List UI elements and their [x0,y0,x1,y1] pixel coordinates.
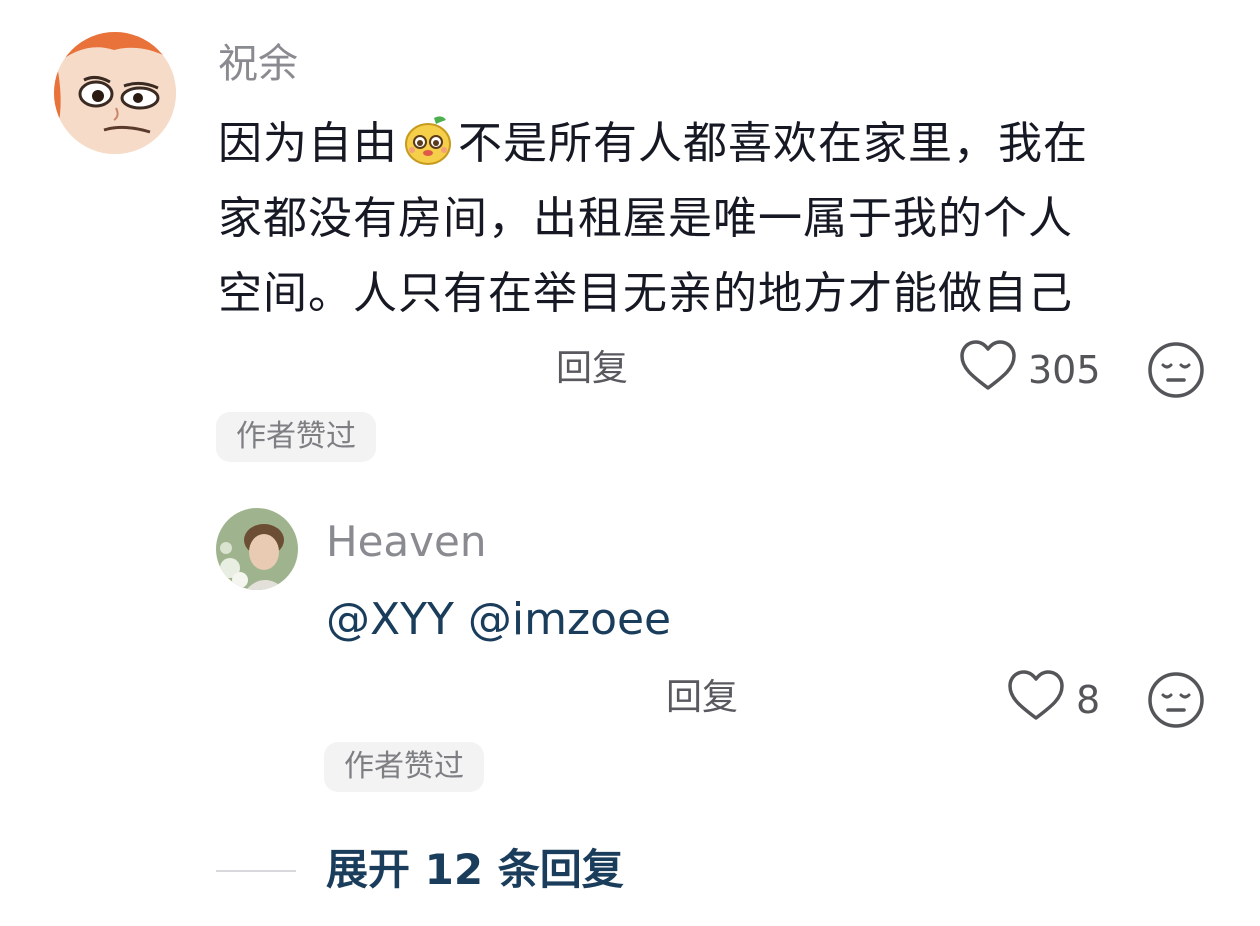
comment-text-part2: 不是所有人都喜欢在家里，我在 [458,118,1088,169]
comment-line-1: 因为自由 不是所有人都喜欢在家里，我在 [218,106,1178,181]
comment-reply-button[interactable]: 回复 [556,347,628,391]
commenter-avatar[interactable] [54,32,176,154]
expand-replies-button[interactable]: 展开 12 条回复 [326,844,624,896]
reply-dislike-button[interactable] [1146,670,1206,730]
profile-photo-image [216,508,298,590]
reply-author-liked-badge: 作者赞过 [324,742,484,792]
author-liked-badge: 作者赞过 [216,412,376,462]
pear-face-emoji-icon [400,112,456,168]
meh-face-icon [1148,672,1204,728]
comment-dislike-button[interactable] [1146,340,1206,400]
heart-outline-icon [958,338,1018,403]
expand-divider [216,870,296,872]
comment-line-3: 空间。人只有在举目无亲的地方才能做自己 [218,268,1073,319]
anime-avatar-image [54,32,176,154]
comment-body: 因为自由 不是所有人都喜欢在家里，我在 家都没有房间，出租屋是唯一属于我的个人 空… [218,106,1178,331]
commenter-username[interactable]: 祝余 [218,40,298,88]
comment-text-part1: 因为自由 [218,118,398,169]
reply-like-button[interactable]: 8 [1006,668,1101,733]
reply-username[interactable]: Heaven [326,518,486,566]
reply-mentions[interactable]: @XYY @imzoee [326,592,671,648]
comment-line-2: 家都没有房间，出租屋是唯一属于我的个人 [218,193,1073,244]
reply-avatar[interactable] [216,508,298,590]
comment-like-count: 305 [1028,348,1101,392]
comment-like-button[interactable]: 305 [958,338,1101,403]
reply-like-count: 8 [1076,678,1101,722]
reply-reply-button[interactable]: 回复 [666,676,738,720]
meh-face-icon [1148,342,1204,398]
heart-outline-icon [1006,668,1066,733]
